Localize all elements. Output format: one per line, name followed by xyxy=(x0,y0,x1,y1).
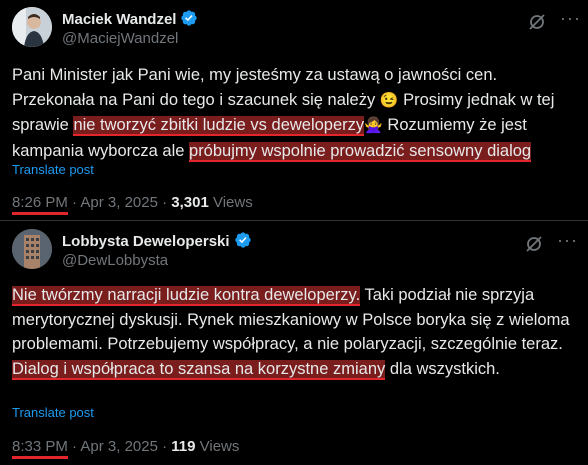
avatar[interactable] xyxy=(12,229,52,269)
translate-post-link[interactable]: Translate post xyxy=(12,405,94,420)
verified-badge-icon xyxy=(234,231,252,253)
tweet-date: · Apr 3, 2025 · xyxy=(67,438,172,455)
tweet-meta: 8:33 PM · Apr 3, 2025 · 119 Views xyxy=(12,438,240,459)
views-label: Views xyxy=(195,438,240,455)
tweet-text: Pani Minister jak Pani wie, my jesteśmy … xyxy=(12,66,555,162)
divider xyxy=(0,220,588,221)
more-icon[interactable]: ··· xyxy=(557,230,578,251)
tweet-text: Nie twórzmy narracji ludzie kontra dewel… xyxy=(12,286,570,380)
more-icon[interactable]: ··· xyxy=(560,8,581,29)
author-name[interactable]: Maciek Wandzel xyxy=(62,9,198,31)
tweet-2[interactable]: Lobbysta Deweloperski @DewLobbysta ··· N… xyxy=(0,222,588,465)
author-handle[interactable]: @DewLobbysta xyxy=(62,252,168,269)
tweet-1[interactable]: Maciek Wandzel @MaciejWandzel ··· Pani M… xyxy=(0,0,588,220)
tweet-time[interactable]: 8:33 PM xyxy=(12,438,68,459)
views-count: 119 xyxy=(171,438,196,455)
highlighted-phrase: Dialog i współpraca to szansa na korzyst… xyxy=(12,359,386,380)
avatar[interactable] xyxy=(12,7,52,47)
highlighted-phrase: nie tworzyć zbitki ludzie vs deweloperzy xyxy=(73,116,365,136)
grok-icon[interactable] xyxy=(524,234,544,254)
highlighted-phrase: próbujmy wspolnie prowadzić sensowny dia… xyxy=(189,141,532,162)
views-label: Views xyxy=(208,194,253,211)
grok-icon[interactable] xyxy=(527,12,547,32)
winking-face-emoji: 😉 xyxy=(379,91,399,109)
gesture-no-emoji: 🙅‍♀️ xyxy=(364,117,383,134)
author-handle[interactable]: @MaciejWandzel xyxy=(62,30,178,47)
translate-post-link[interactable]: Translate post xyxy=(12,162,94,177)
author-name[interactable]: Lobbysta Deweloperski xyxy=(62,231,252,253)
tweet-date: · Apr 3, 2025 · xyxy=(67,194,172,211)
verified-badge-icon xyxy=(180,9,198,31)
highlighted-phrase: Nie twórzmy narracji ludzie kontra dewel… xyxy=(12,286,361,306)
views-count: 3,301 xyxy=(171,194,209,211)
tweet-time[interactable]: 8:26 PM xyxy=(12,194,68,215)
tweet-meta: 8:26 PM · Apr 3, 2025 · 3,301 Views xyxy=(12,194,253,215)
